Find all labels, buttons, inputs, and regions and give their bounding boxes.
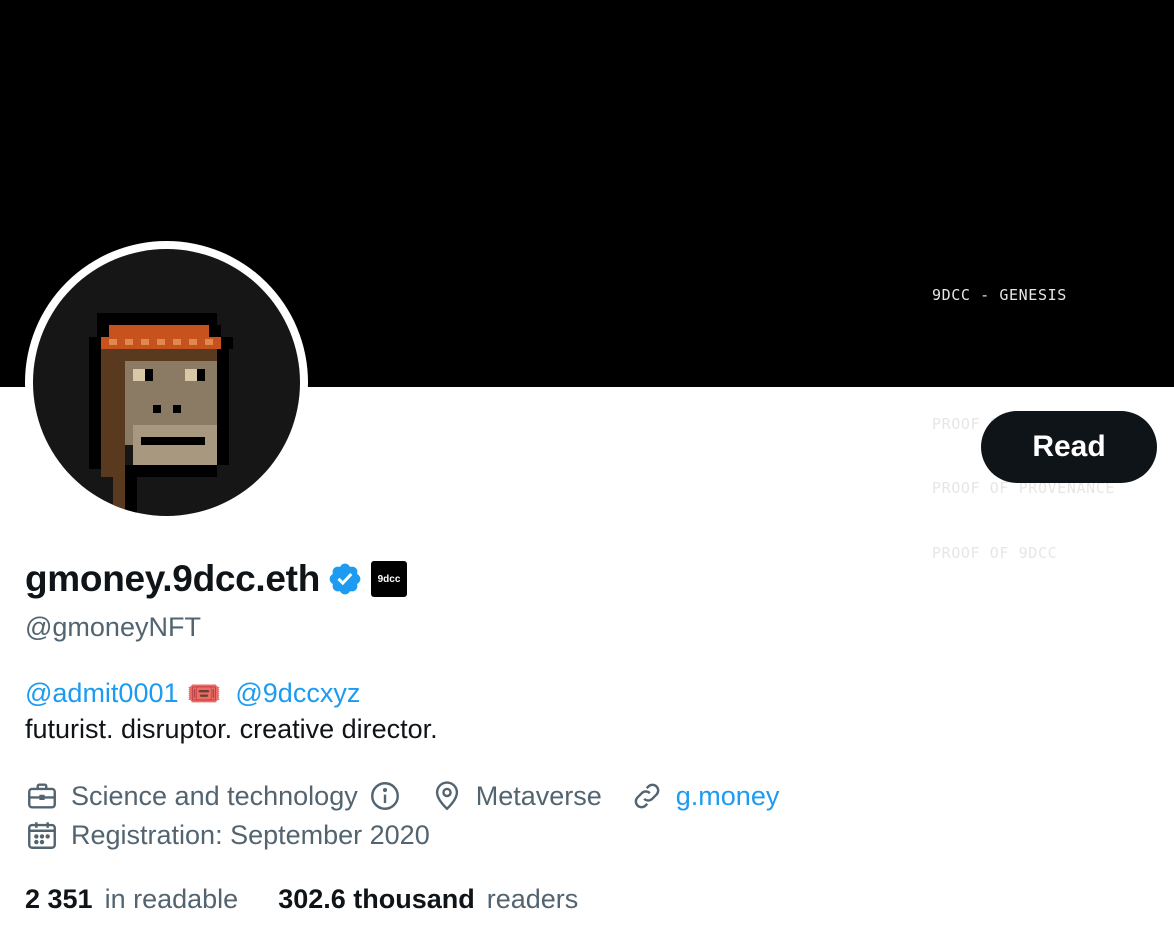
website-link[interactable]: g.money <box>676 781 780 812</box>
profile-name-row: gmoney.9dcc.eth 9dcc <box>25 556 408 602</box>
username: @gmoneyNFT <box>25 612 201 642</box>
following-count[interactable]: 2 351 <box>25 884 93 915</box>
profile-stats: 2 351 in readable 302.6 thousand readers <box>25 879 578 919</box>
followers-label[interactable]: readers <box>487 884 579 915</box>
profile-meta-row: Science and technology Metaverse g.money <box>25 776 779 816</box>
calendar-icon <box>25 818 59 852</box>
verified-icon[interactable] <box>327 561 363 597</box>
registration-label: Registration: September 2020 <box>71 819 430 850</box>
display-name: gmoney.9dcc.eth <box>25 558 321 599</box>
bio-mentions: @admit0001 🎟️ @9dccxyz <box>25 674 360 712</box>
mention-link-admit[interactable]: @admit0001 <box>25 678 179 709</box>
location-pin-icon <box>430 779 464 813</box>
info-icon[interactable] <box>368 779 402 813</box>
website-item: g.money <box>630 779 780 813</box>
briefcase-icon <box>25 779 59 813</box>
banner-line-1: 9DCC - GENESIS <box>932 286 1067 304</box>
location-label: Metaverse <box>475 780 602 811</box>
followers-count[interactable]: 302.6 thousand <box>278 884 475 915</box>
category-item: Science and technology <box>25 779 402 813</box>
following-label[interactable]: in readable <box>105 884 239 915</box>
link-icon <box>630 779 664 813</box>
category-label: Science and technology <box>71 780 358 811</box>
profile-registration-row: Registration: September 2020 <box>25 815 430 855</box>
avatar[interactable] <box>25 241 308 524</box>
location-item: Metaverse <box>430 779 602 813</box>
affiliate-badge[interactable]: 9dcc <box>371 561 408 597</box>
bio-text: futurist. disruptor. creative director. <box>25 714 438 744</box>
banner-line-4: PROOF OF 9DCC <box>932 543 1058 562</box>
mention-link-9dcc[interactable]: @9dccxyz <box>235 678 360 709</box>
ticket-icon: 🎟️ <box>186 677 222 709</box>
read-button[interactable]: Read <box>981 411 1157 483</box>
avatar-image <box>33 249 300 516</box>
